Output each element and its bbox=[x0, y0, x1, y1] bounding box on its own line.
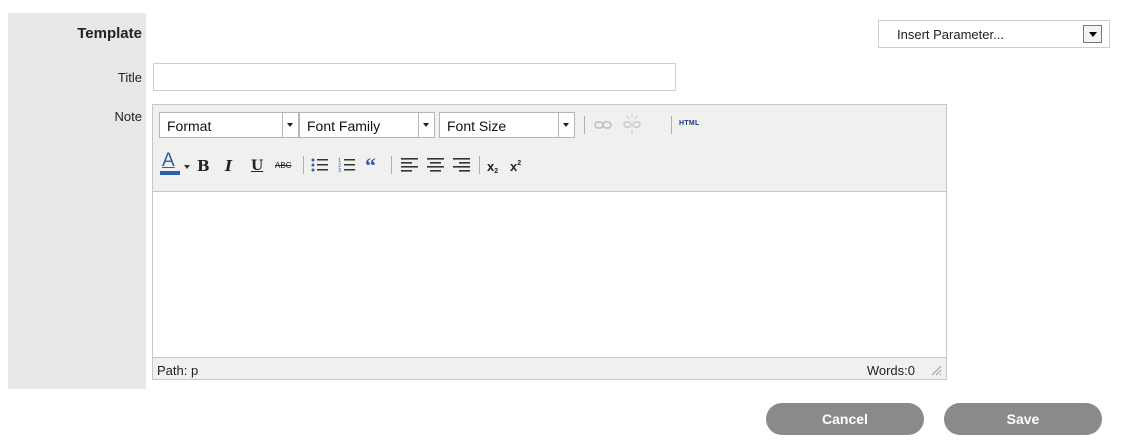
numbered-list-icon[interactable]: 1 2 3 bbox=[338, 157, 356, 173]
text-color-icon[interactable]: A bbox=[160, 151, 182, 177]
note-rich-text-editor: Format Font Family Font Size HTML A B I … bbox=[152, 104, 947, 380]
toolbar-separator bbox=[671, 116, 672, 134]
bold-icon[interactable]: B bbox=[197, 159, 210, 174]
toolbar-separator bbox=[391, 156, 392, 174]
save-button[interactable]: Save bbox=[944, 403, 1102, 435]
font-size-select[interactable]: Font Size bbox=[439, 112, 575, 138]
chevron-down-icon[interactable] bbox=[184, 165, 190, 169]
label-column: Template Title Note bbox=[8, 13, 146, 389]
editor-status-bar: Path: p Words:0 bbox=[153, 357, 946, 379]
format-select[interactable]: Format bbox=[159, 112, 299, 138]
text-color-swatch bbox=[160, 171, 180, 175]
toolbar-separator bbox=[303, 156, 304, 174]
resize-grip-icon[interactable] bbox=[930, 364, 942, 376]
chevron-down-icon bbox=[418, 113, 434, 137]
link-icon[interactable] bbox=[594, 119, 612, 131]
unlink-icon[interactable] bbox=[623, 113, 641, 135]
toolbar-separator bbox=[584, 116, 585, 134]
element-path: Path: p bbox=[157, 363, 199, 378]
svg-text:3: 3 bbox=[338, 168, 341, 173]
strikethrough-icon[interactable]: ABC bbox=[275, 162, 291, 170]
toolbar-separator bbox=[479, 156, 480, 174]
section-heading-template: Template bbox=[77, 25, 142, 42]
chevron-down-icon bbox=[282, 113, 298, 137]
format-select-text: Format bbox=[167, 118, 212, 134]
text-color-letter: A bbox=[162, 150, 175, 171]
chevron-down-icon bbox=[558, 113, 574, 137]
align-right-icon[interactable] bbox=[453, 158, 471, 173]
font-family-select[interactable]: Font Family bbox=[299, 112, 435, 138]
cancel-button[interactable]: Cancel bbox=[766, 403, 924, 435]
insert-parameter-text: Insert Parameter... bbox=[897, 27, 1004, 42]
note-label: Note bbox=[114, 109, 142, 124]
underline-icon[interactable]: U bbox=[251, 159, 263, 173]
align-center-icon[interactable] bbox=[427, 158, 445, 173]
title-label: Title bbox=[117, 70, 142, 85]
blockquote-icon[interactable]: “ bbox=[365, 155, 376, 177]
font-family-select-text: Font Family bbox=[307, 118, 381, 134]
editor-toolbar: Format Font Family Font Size HTML A B I … bbox=[153, 105, 946, 191]
chevron-down-icon[interactable] bbox=[1083, 25, 1102, 43]
subscript-icon[interactable]: x2 bbox=[487, 160, 498, 175]
bullet-list-icon[interactable] bbox=[311, 157, 329, 173]
title-input[interactable] bbox=[153, 63, 676, 91]
superscript-icon[interactable]: x2 bbox=[510, 160, 521, 173]
insert-parameter-select[interactable]: Insert Parameter... bbox=[878, 20, 1110, 48]
html-source-button[interactable]: HTML bbox=[679, 120, 700, 127]
italic-icon[interactable]: I bbox=[225, 159, 232, 174]
align-left-icon[interactable] bbox=[401, 158, 419, 173]
editor-content-area[interactable] bbox=[153, 191, 946, 358]
font-size-select-text: Font Size bbox=[447, 118, 507, 134]
word-count: Words:0 bbox=[866, 363, 915, 378]
